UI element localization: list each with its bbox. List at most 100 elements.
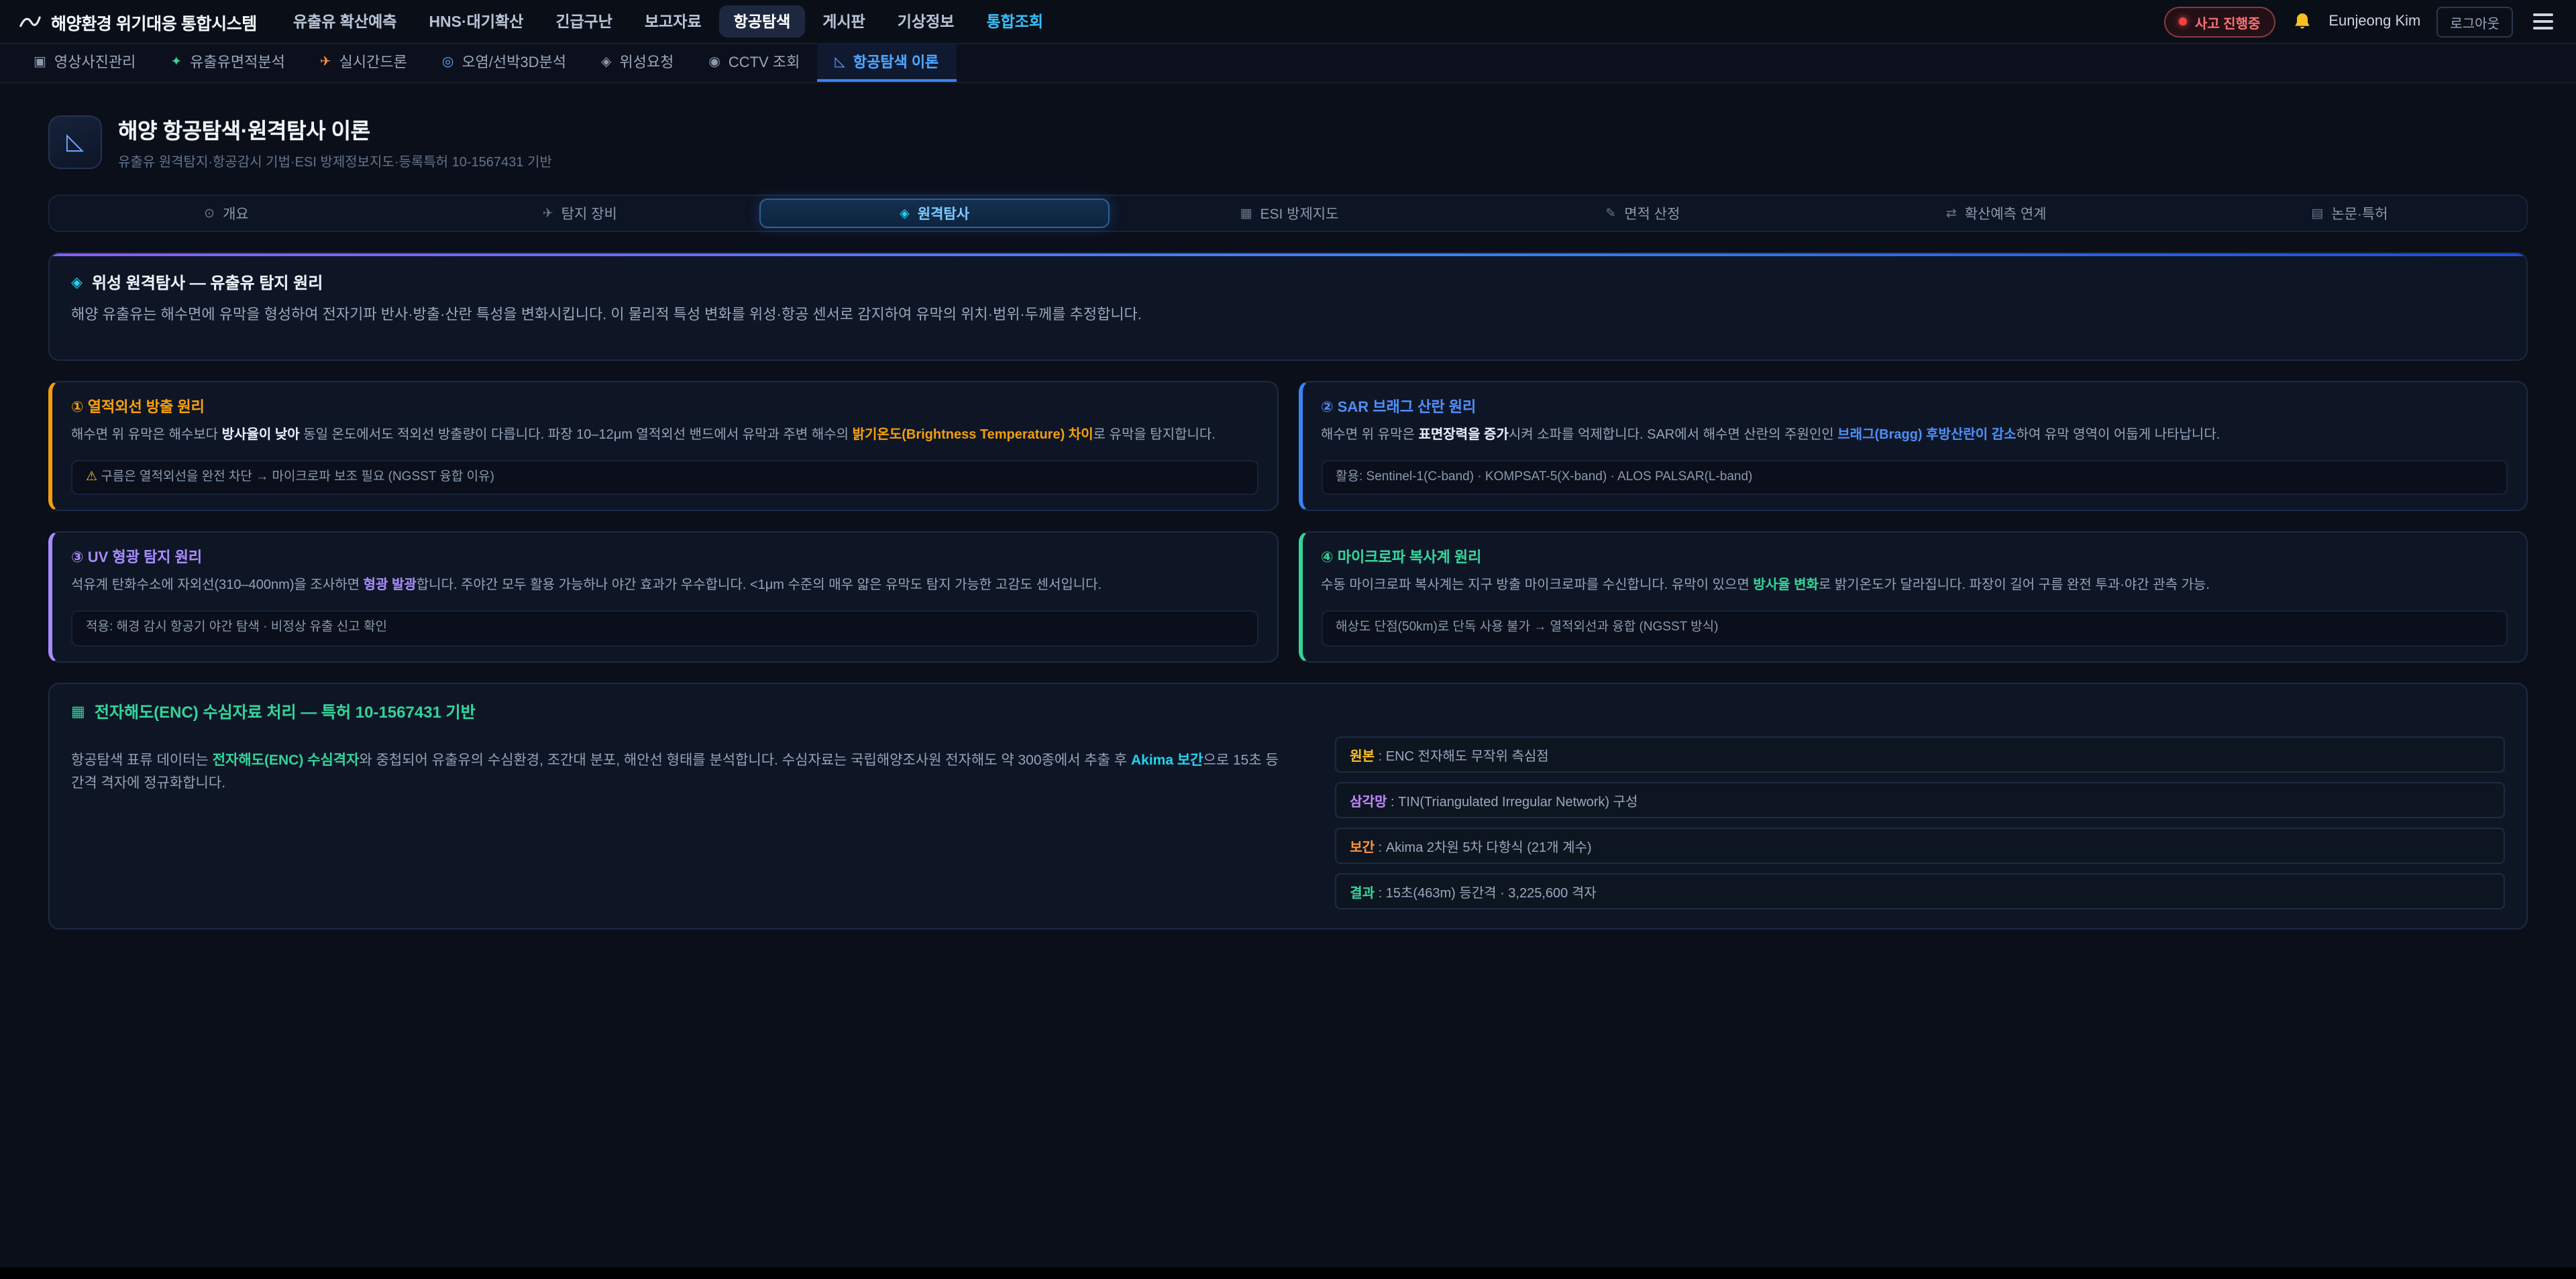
intro-body: 해양 유출유는 해수면에 유막을 형성하여 전자기파 반사·방출·산란 특성을 … [71,304,2505,327]
page-subtitle: 유출유 원격탐지·항공감시 기법·ESI 방제정보지도·등록특허 10-1567… [118,150,552,170]
principle-cards-grid: ① 열적외선 방출 원리 해수면 위 유막은 해수보다 방사율이 낮아 동일 온… [48,381,2528,662]
row-label: 결과 [1350,886,1375,901]
enc-description: 항공탐색 표류 데이터는 전자해도(ENC) 수심격자와 중첩되어 유출유의 수… [71,750,1289,795]
tab-label: 원격탐사 [918,203,969,223]
subtab-satellite-request[interactable]: ◈ 위성요청 [584,44,691,82]
satellite-dish-icon: ◈ [71,274,83,291]
intro-title: 위성 원격탐사 — 유출유 탐지 원리 [92,271,323,294]
tab-label: 탐지 장비 [561,203,617,223]
card-body: 해수면 위 유막은 해수보다 방사율이 낮아 동일 온도에서도 적외선 방출량이… [71,425,1258,447]
intro-section: ◈ 위성 원격탐사 — 유출유 탐지 원리 해양 유출유는 해수면에 유막을 형… [48,252,2528,361]
menu-item-integrated-search[interactable]: 통합조회 [971,5,1058,38]
menu-item-rescue[interactable]: 긴급구난 [541,5,627,38]
bottom-edge [0,1268,2576,1279]
equipment-icon: ✈ [543,206,553,221]
page-header-ruler-icon: ◺ [48,115,102,168]
card-note: 활용: Sentinel-1(C-band) · KOMPSAT-5(X-ban… [1321,460,2508,496]
brand-logo-icon [19,10,42,33]
tab-esi-map[interactable]: ▦ ESI 방제지도 [1116,199,1464,228]
tab-label: ESI 방제지도 [1260,203,1338,223]
brand[interactable]: 해양환경 위기대응 통합시스템 [19,9,257,34]
card-body: 석유계 탄화수소에 자외선(310–400nm)을 조사하면 형광 발광합니다.… [71,576,1258,598]
tab-area-calculation[interactable]: ✎ 면적 산정 [1468,199,1817,228]
subtab-aerial-search-theory[interactable]: ◺ 항공탐색 이론 [817,44,956,82]
subtab-label: 항공탐색 이론 [853,51,939,72]
card-sar-bragg: ② SAR 브래그 산란 원리 해수면 위 유막은 표면장력을 증가시켜 소파를… [1298,381,2528,512]
card-body: 해수면 위 유막은 표면장력을 증가시켜 소파를 억제합니다. SAR에서 해수… [1321,425,2508,447]
card-title: ③ UV 형광 탐지 원리 [71,547,1258,568]
satellite-icon: ◈ [601,54,611,69]
cctv-icon: ◉ [708,54,720,69]
tab-label: 논문·특허 [2331,203,2387,223]
enc-row-tin: 삼각망 : TIN(Triangulated Irregular Network… [1335,781,2505,818]
tab-detection-equipment[interactable]: ✈ 탐지 장비 [406,199,754,228]
card-body: 수동 마이크로파 복사계는 지구 방출 마이크로파를 수신합니다. 유막이 있으… [1321,576,2508,598]
user-name: Eunjeong Kim [2328,13,2420,30]
drone-icon: ✈ [320,54,331,69]
subtab-cctv[interactable]: ◉ CCTV 조회 [691,44,817,82]
sub-navigation: ▣ 영상사진관리 ✦ 유출유면적분석 ✈ 실시간드론 ◎ 오염/선박3D분석 ◈… [0,44,2576,83]
subtab-ship-3d-analysis[interactable]: ◎ 오염/선박3D분석 [425,44,584,82]
area-analysis-icon: ✦ [170,54,182,69]
tab-papers-patents[interactable]: ▤ 논문·특허 [2176,199,2524,228]
navbar-right: 사고 진행중 Eunjeong Kim 로그아웃 [2164,6,2557,37]
card-note: 해상도 단점(50km)로 단독 사용 불가 → 열적외선과 융합 (NGSST… [1321,611,2508,647]
tab-remote-sensing[interactable]: ◈ 원격탐사 [759,199,1110,228]
logout-button[interactable]: 로그아웃 [2436,6,2513,37]
menu-item-spill-prediction[interactable]: 유출유 확산예측 [278,5,412,38]
app-window: 해양환경 위기대응 통합시스템 유출유 확산예측 HNS·대기확산 긴급구난 보… [0,0,2576,1279]
menu-item-board[interactable]: 게시판 [808,5,880,38]
row-label: 보간 [1350,840,1375,855]
menu-item-aerial-search[interactable]: 항공탐색 [719,5,806,38]
tab-overview[interactable]: ⊙ 개요 [52,199,400,228]
enc-title-row: ▦ 전자해도(ENC) 수심자료 처리 — 특허 10-1567431 기반 [71,700,2505,722]
row-label: 원본 [1350,749,1375,764]
overview-icon: ⊙ [204,206,215,221]
document-icon: ▤ [2311,206,2323,221]
chart-icon: ▦ [71,702,85,720]
row-text: : 15초(463m) 등간격 · 3,225,600 격자 [1375,886,1597,901]
main-content: ◺ 해양 항공탐색·원격탐사 이론 유출유 원격탐지·항공감시 기법·ESI 방… [0,83,2576,929]
card-microwave-radiometer: ④ 마이크로파 복사계 원리 수동 마이크로파 복사계는 지구 방출 마이크로파… [1298,532,2528,663]
menu-item-weather[interactable]: 기상정보 [883,5,969,38]
card-thermal-infrared: ① 열적외선 방출 원리 해수면 위 유막은 해수보다 방사율이 낮아 동일 온… [48,381,1278,512]
top-navbar: 해양환경 위기대응 통합시스템 유출유 확산예측 HNS·대기확산 긴급구난 보… [0,0,2576,44]
card-uv-fluorescence: ③ UV 형광 탐지 원리 석유계 탄화수소에 자외선(310–400nm)을 … [48,532,1278,663]
subtab-label: 위성요청 [619,51,674,72]
intro-title-row: ◈ 위성 원격탐사 — 유출유 탐지 원리 [71,271,2505,294]
menu-item-reports[interactable]: 보고자료 [630,5,716,38]
card-note: ⚠ 구름은 열적외선을 완전 차단 → 마이크로파 보조 필요 (NGSST 융… [71,460,1258,496]
card-title: ④ 마이크로파 복사계 원리 [1321,547,2508,568]
subtab-label: 영상사진관리 [54,51,136,72]
enc-title: 전자해도(ENC) 수심자료 처리 — 특허 10-1567431 기반 [95,700,476,722]
subtab-realtime-drone[interactable]: ✈ 실시간드론 [303,44,425,82]
tab-label: 개요 [223,203,249,223]
main-menu: 유출유 확산예측 HNS·대기확산 긴급구난 보고자료 항공탐색 게시판 기상정… [278,5,1058,38]
alert-dot-icon [2179,17,2187,25]
photo-icon: ▣ [34,54,46,69]
menu-item-hns[interactable]: HNS·대기확산 [414,5,538,38]
card-title: ② SAR 브래그 산란 원리 [1321,396,2508,417]
incident-status-label: 사고 진행중 [2195,11,2261,32]
row-text: : TIN(Triangulated Irregular Network) 구성 [1387,795,1638,810]
subtab-spill-area-analysis[interactable]: ✦ 유출유면적분석 [153,44,302,82]
ship-3d-icon: ◎ [442,54,453,69]
section-tabs: ⊙ 개요 ✈ 탐지 장비 ◈ 원격탐사 ▦ ESI 방제지도 ✎ 면적 산정 ⇄… [48,194,2528,232]
remote-sensing-icon: ◈ [900,206,910,221]
subtab-photo-management[interactable]: ▣ 영상사진관리 [16,44,153,82]
card-title: ① 열적외선 방출 원리 [71,396,1258,417]
link-icon: ⇄ [1946,206,1957,221]
incident-status-badge: 사고 진행중 [2164,6,2275,37]
row-text: : ENC 전자해도 무작위 측심점 [1375,749,1549,764]
subtab-label: 실시간드론 [339,51,407,72]
enc-row-source: 원본 : ENC 전자해도 무작위 측심점 [1335,736,2505,772]
tab-prediction-link[interactable]: ⇄ 확산예측 연계 [1822,199,2170,228]
tab-label: 면적 산정 [1624,203,1680,223]
enc-process-rows: 원본 : ENC 전자해도 무작위 측심점 삼각망 : TIN(Triangul… [1335,736,2505,909]
subtab-label: CCTV 조회 [729,51,800,72]
subtab-label: 유출유면적분석 [190,51,285,72]
page-title: 해양 항공탐색·원격탐사 이론 [118,113,552,145]
notification-bell-icon[interactable] [2291,11,2312,32]
hamburger-menu-icon[interactable] [2529,9,2557,34]
card-note: 적용: 해경 감시 항공기 야간 탐색 · 비정상 유출 신고 확인 [71,611,1258,647]
